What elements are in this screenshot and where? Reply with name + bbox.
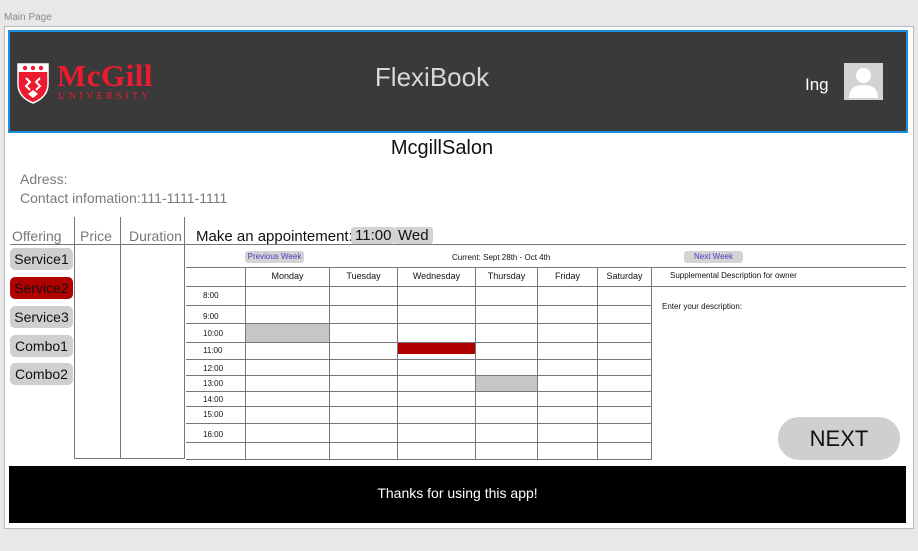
grid-line xyxy=(186,305,652,306)
service-button-service3[interactable]: Service3 xyxy=(10,306,73,328)
price-header: Price xyxy=(80,228,112,244)
grid-line xyxy=(186,442,652,443)
time-label: 16:00 xyxy=(203,430,224,439)
day-header-saturday: Saturday xyxy=(606,271,643,281)
grid-line xyxy=(537,268,538,460)
user-name[interactable]: Ing xyxy=(805,76,829,93)
description-input[interactable]: Enter your description: xyxy=(662,303,742,311)
time-label: 9:00 xyxy=(203,312,219,321)
service-button-combo1[interactable]: Combo1 xyxy=(10,335,73,357)
app-title: FlexiBook xyxy=(374,62,490,92)
grid-line xyxy=(186,267,906,268)
grid-line xyxy=(475,268,476,460)
grid-line xyxy=(186,423,652,424)
time-label: 14:00 xyxy=(203,395,224,404)
appointment-day: Wed xyxy=(394,227,433,244)
service-button-service2[interactable]: Service2 xyxy=(10,277,73,299)
grid-line xyxy=(186,406,652,407)
grid-line xyxy=(245,268,246,460)
divider xyxy=(74,217,75,459)
day-header-wednesday: Wednesday xyxy=(412,271,461,281)
grid-line xyxy=(186,459,652,460)
business-contact: Contact infomation:111-1111-1111 xyxy=(20,190,228,206)
business-address: Adress: xyxy=(20,171,68,187)
unavailable-slot xyxy=(246,324,329,342)
time-label: 13:00 xyxy=(203,379,224,388)
appointment-label: Make an appointement: xyxy=(196,228,353,245)
current-week-label: Current: Sept 28th - Oct 4th xyxy=(452,253,551,262)
divider xyxy=(74,458,185,459)
unavailable-slot xyxy=(476,376,537,391)
day-header-thursday: Thursday xyxy=(487,271,526,281)
service-button-service1[interactable]: Service1 xyxy=(10,248,73,270)
user-icon xyxy=(849,68,878,98)
day-header-friday: Friday xyxy=(554,271,580,281)
next-button[interactable]: NEXT xyxy=(778,417,900,460)
duration-header: Duration xyxy=(129,228,182,244)
business-name: McgillSalon xyxy=(390,137,494,159)
divider xyxy=(10,244,906,245)
time-label: 15:00 xyxy=(203,410,224,419)
time-label: 8:00 xyxy=(203,291,219,300)
grid-line xyxy=(397,268,398,460)
time-label: 12:00 xyxy=(203,364,224,373)
time-label: 11:00 xyxy=(203,346,223,355)
day-header-monday: Monday xyxy=(271,271,304,281)
grid-line xyxy=(329,268,330,460)
appointment-time: 11:00 xyxy=(351,227,396,244)
grid-line xyxy=(651,268,652,460)
logo-subtext: UNIVERSITY xyxy=(58,91,152,102)
frame-label: Main Page xyxy=(4,12,52,23)
selected-slot[interactable] xyxy=(398,343,475,354)
grid-line xyxy=(186,286,906,287)
time-label: 10:00 xyxy=(203,329,224,338)
footer-text: Thanks for using this app! xyxy=(377,485,538,501)
grid-line xyxy=(186,375,652,376)
supplemental-title: Supplemental Description for owner xyxy=(670,271,797,280)
grid-line xyxy=(186,359,652,360)
service-button-combo2[interactable]: Combo2 xyxy=(10,363,73,385)
avatar[interactable] xyxy=(844,63,883,100)
day-header-tuesday: Tuesday xyxy=(346,271,381,281)
next-week-button[interactable]: Next Week xyxy=(684,251,743,263)
previous-week-button[interactable]: Previous Week xyxy=(245,251,304,263)
divider xyxy=(120,217,121,459)
divider xyxy=(184,217,185,459)
offering-header: Offering xyxy=(12,228,62,244)
grid-line xyxy=(186,391,652,392)
logo-wordmark: McGill xyxy=(57,58,153,93)
grid-line xyxy=(597,268,598,460)
